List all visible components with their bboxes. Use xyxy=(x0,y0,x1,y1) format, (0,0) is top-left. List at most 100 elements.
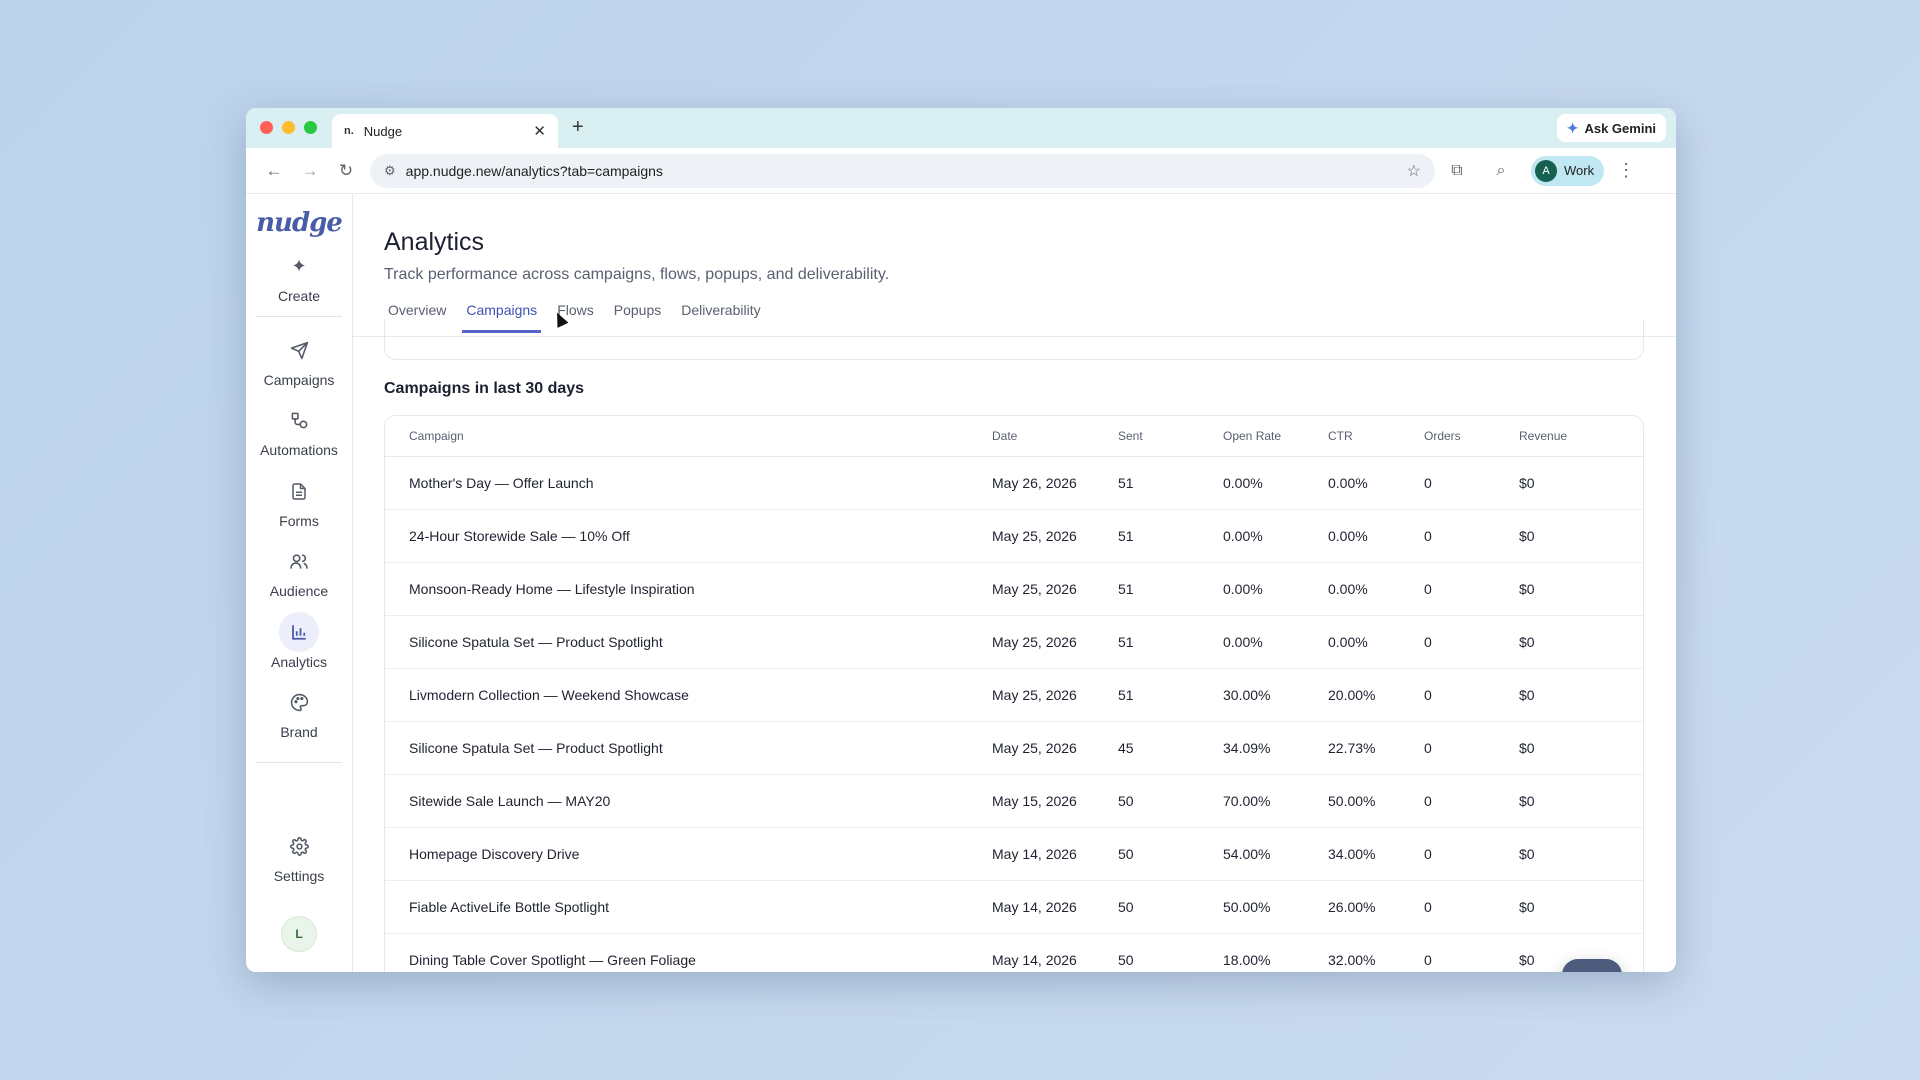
tab-strip: n. Nudge ✕ + ✦ Ask Gemini xyxy=(246,108,1676,148)
app-shell: nudge ✦ Create Campaigns Automations For… xyxy=(246,194,1676,972)
sidebar-divider xyxy=(256,762,342,763)
tab-search-icon[interactable]: ⌕ xyxy=(1479,162,1523,180)
cell-sent: 50 xyxy=(1118,827,1223,881)
cell-open-rate: 30.00% xyxy=(1223,668,1328,722)
column-header-revenue[interactable]: Revenue xyxy=(1519,416,1643,457)
ask-gemini-button[interactable]: ✦ Ask Gemini xyxy=(1556,114,1666,142)
sidebar-item-label: Campaigns xyxy=(263,372,335,388)
cell-date: May 25, 2026 xyxy=(992,615,1118,669)
table-row[interactable]: Silicone Spatula Set — Product Spotlight… xyxy=(385,615,1643,669)
tab-popups[interactable]: Popups xyxy=(610,302,665,333)
sidebar: nudge ✦ Create Campaigns Automations For… xyxy=(246,194,353,972)
document-icon xyxy=(279,471,319,511)
cell-orders: 0 xyxy=(1424,933,1519,972)
table-row[interactable]: Silicone Spatula Set — Product Spotlight… xyxy=(385,721,1643,775)
table-row[interactable]: Mother's Day — Offer Launch May 26, 2026 5… xyxy=(385,456,1643,510)
sidebar-item-settings[interactable]: Settings xyxy=(246,826,352,884)
sidebar-item-label: Automations xyxy=(260,442,338,458)
close-window-button[interactable] xyxy=(260,121,273,134)
extensions-icon[interactable]: ⧉ xyxy=(1435,162,1479,180)
cell-orders: 0 xyxy=(1424,827,1519,881)
cell-ctr: 0.00% xyxy=(1328,562,1424,616)
section-title: Campaigns in last 30 days xyxy=(384,380,585,397)
cell-revenue: $0 xyxy=(1519,456,1643,510)
browser-tab[interactable]: n. Nudge ✕ xyxy=(332,114,558,148)
cell-orders: 0 xyxy=(1424,562,1519,616)
close-tab-icon[interactable]: ✕ xyxy=(533,122,546,140)
sidebar-item-label: Settings xyxy=(273,868,325,884)
table-row[interactable]: 24-Hour Storewide Sale — 10% Off May 25, … xyxy=(385,509,1643,563)
cell-campaign: Monsoon-Ready Home — Lifestyle Inspirati… xyxy=(385,562,992,616)
cell-revenue: $0 xyxy=(1519,774,1643,828)
browser-menu-icon[interactable]: ⋮ xyxy=(1616,160,1636,181)
new-tab-button[interactable]: + xyxy=(572,116,584,139)
sidebar-item-create[interactable]: ✦ Create xyxy=(246,246,352,305)
sidebar-item-campaigns[interactable]: Campaigns xyxy=(246,330,352,388)
tab-deliverability[interactable]: Deliverability xyxy=(677,302,764,333)
forward-arrow-icon[interactable]: → xyxy=(292,161,328,181)
site-settings-icon[interactable]: ⚙ xyxy=(384,163,396,179)
cell-orders: 0 xyxy=(1424,668,1519,722)
cell-sent: 50 xyxy=(1118,933,1223,972)
sidebar-item-forms[interactable]: Forms xyxy=(246,471,352,529)
cell-campaign: 24-Hour Storewide Sale — 10% Off xyxy=(385,509,992,563)
cell-date: May 25, 2026 xyxy=(992,509,1118,563)
cell-date: May 25, 2026 xyxy=(992,668,1118,722)
chat-support-button[interactable] xyxy=(1562,959,1622,972)
table-row[interactable]: Dining Table Cover Spotlight — Green Fol… xyxy=(385,933,1643,972)
sidebar-item-label: Analytics xyxy=(270,654,328,670)
cell-sent: 51 xyxy=(1118,562,1223,616)
cell-campaign: Dining Table Cover Spotlight — Green Fol… xyxy=(385,933,992,972)
main-content: Analytics Track performance across campa… xyxy=(353,194,1676,972)
bookmark-star-icon[interactable]: ☆ xyxy=(1407,161,1421,181)
page-subtitle: Track performance across campaigns, flow… xyxy=(384,266,890,283)
cell-sent: 50 xyxy=(1118,774,1223,828)
column-header-sent[interactable]: Sent xyxy=(1118,416,1223,457)
table-row[interactable]: Livmodern Collection — Weekend Showcase M… xyxy=(385,668,1643,722)
cell-revenue: $0 xyxy=(1519,880,1643,934)
cell-date: May 25, 2026 xyxy=(992,562,1118,616)
analytics-tabs: Overview Campaigns Flows Popups Delivera… xyxy=(384,302,777,333)
user-avatar[interactable]: L xyxy=(281,916,317,952)
reload-icon[interactable]: ↻ xyxy=(328,161,364,181)
column-header-campaign[interactable]: Campaign xyxy=(385,416,992,457)
sidebar-item-automations[interactable]: Automations xyxy=(246,400,352,458)
url-text[interactable]: app.nudge.new/analytics?tab=campaigns xyxy=(406,163,1407,179)
cell-campaign: Homepage Discovery Drive xyxy=(385,827,992,881)
column-header-open-rate[interactable]: Open Rate xyxy=(1223,416,1328,457)
address-bar[interactable]: ⚙ app.nudge.new/analytics?tab=campaigns … xyxy=(370,153,1435,188)
plus-icon: ✦ xyxy=(291,255,307,276)
cell-ctr: 0.00% xyxy=(1328,509,1424,563)
cell-ctr: 34.00% xyxy=(1328,827,1424,881)
sidebar-item-audience[interactable]: Audience xyxy=(246,541,352,599)
cell-sent: 51 xyxy=(1118,509,1223,563)
sidebar-item-brand[interactable]: Brand xyxy=(246,682,352,740)
sidebar-item-analytics[interactable]: Analytics xyxy=(246,612,352,670)
cell-campaign: Sitewide Sale Launch — MAY20 xyxy=(385,774,992,828)
tab-overview[interactable]: Overview xyxy=(384,302,450,333)
cell-sent: 51 xyxy=(1118,615,1223,669)
cell-date: May 15, 2026 xyxy=(992,774,1118,828)
column-header-date[interactable]: Date xyxy=(992,416,1118,457)
cell-open-rate: 0.00% xyxy=(1223,456,1328,510)
table-row[interactable]: Sitewide Sale Launch — MAY20 May 15, 2026… xyxy=(385,774,1643,828)
minimize-window-button[interactable] xyxy=(282,121,295,134)
cell-ctr: 20.00% xyxy=(1328,668,1424,722)
column-header-ctr[interactable]: CTR xyxy=(1328,416,1424,457)
table-row[interactable]: Fiable ActiveLife Bottle Spotlight May 14… xyxy=(385,880,1643,934)
table-row[interactable]: Monsoon-Ready Home — Lifestyle Inspirati… xyxy=(385,562,1643,616)
column-header-orders[interactable]: Orders xyxy=(1424,416,1519,457)
cell-open-rate: 70.00% xyxy=(1223,774,1328,828)
table-row[interactable]: Homepage Discovery Drive May 14, 2026 50 54… xyxy=(385,827,1643,881)
palette-icon xyxy=(279,682,319,722)
nudge-logo[interactable]: nudge xyxy=(246,208,352,238)
cell-sent: 51 xyxy=(1118,668,1223,722)
maximize-window-button[interactable] xyxy=(304,121,317,134)
back-arrow-icon[interactable]: ← xyxy=(256,161,292,181)
window-controls xyxy=(260,121,317,134)
users-icon xyxy=(279,541,319,581)
cell-revenue: $0 xyxy=(1519,668,1643,722)
profile-chip[interactable]: A Work xyxy=(1531,155,1605,186)
tab-campaigns[interactable]: Campaigns xyxy=(462,302,542,333)
cell-sent: 50 xyxy=(1118,880,1223,934)
